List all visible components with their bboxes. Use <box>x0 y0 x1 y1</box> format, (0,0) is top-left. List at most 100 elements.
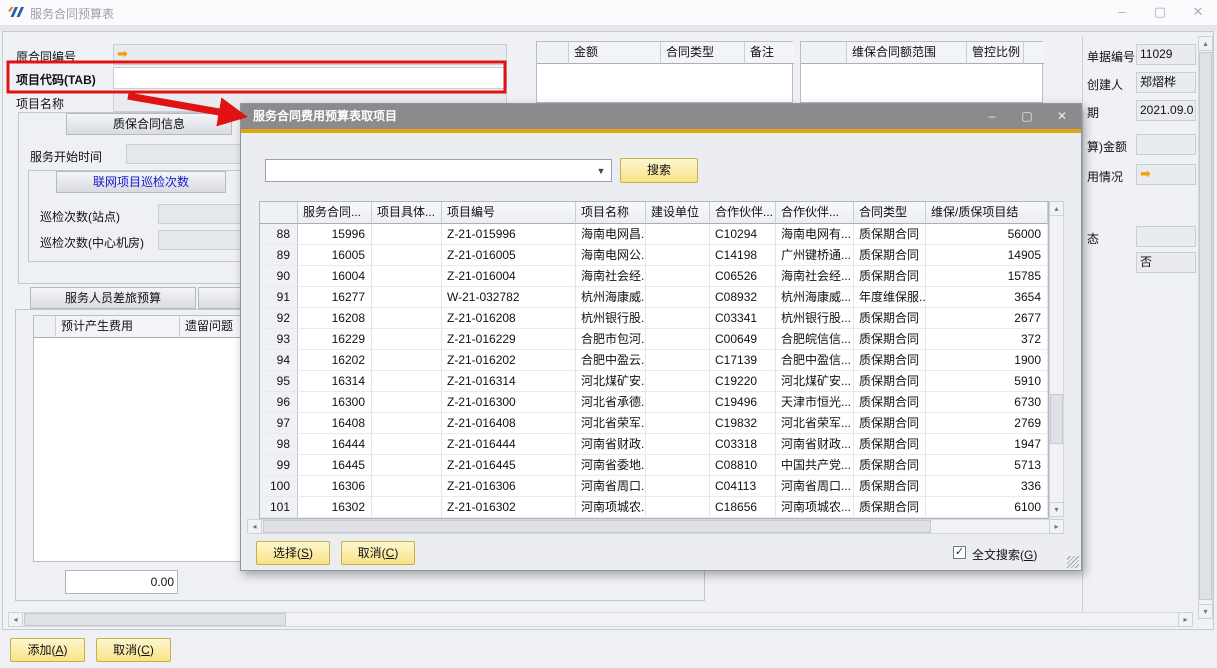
resize-grip[interactable] <box>1067 556 1079 568</box>
original-contract-label: 原合同编号 <box>16 48 76 65</box>
dialog-cancel-button[interactable]: 取消(C) <box>341 541 415 565</box>
dialog-column-header[interactable]: 合作伙伴... <box>776 202 854 224</box>
link-arrow-icon[interactable]: ➡ <box>1140 165 1192 183</box>
dialog-column-header[interactable]: 合同类型 <box>854 202 926 224</box>
column-header-remark[interactable]: 备注 <box>745 42 794 64</box>
table-row[interactable]: 9516314Z-21-016314河北煤矿安...C19220河北煤矿安...… <box>260 371 1048 392</box>
total-amount-field[interactable]: 0.00 <box>65 570 178 594</box>
table-row[interactable]: 9816444Z-21-016444河南省财政...C03318河南省财政...… <box>260 434 1048 455</box>
search-button[interactable]: 搜索 <box>620 158 698 183</box>
cell: 336 <box>926 476 1048 497</box>
close-icon[interactable]: ✕ <box>1184 3 1212 22</box>
dialog-maximize-icon[interactable]: ▢ <box>1013 108 1041 125</box>
minimize-icon[interactable]: – <box>1108 3 1136 22</box>
table-row[interactable]: 9016004Z-21-016004海南社会经...C06526海南社会经...… <box>260 266 1048 287</box>
dialog-column-header[interactable] <box>260 202 298 224</box>
dialog-column-header[interactable]: 维保/质保项目结 <box>926 202 1048 224</box>
table-row[interactable]: 10016306Z-21-016306河南省周口...C04113河南省周口..… <box>260 476 1048 497</box>
column-header-maintain-range[interactable]: 维保合同额范围 <box>847 42 967 64</box>
right-panel-label: 用情况 <box>1087 168 1123 185</box>
right-panel-field[interactable]: 2021.09.0 <box>1136 100 1196 121</box>
scroll-down-icon[interactable]: ▾ <box>1198 604 1213 619</box>
dialog-scroll-left-icon[interactable]: ◂ <box>247 519 262 534</box>
table-row[interactable]: 9316229Z-21-016229合肥市包河...C00649合肥皖信信...… <box>260 329 1048 350</box>
cell <box>372 392 442 413</box>
cell: Z-21-016005 <box>442 245 576 266</box>
cell: 广州键桥通... <box>776 245 854 266</box>
cell: C00649 <box>710 329 776 350</box>
cell <box>372 266 442 287</box>
project-search-combobox[interactable]: ▼ <box>265 159 612 182</box>
dialog-column-header[interactable]: 项目名称▲ <box>576 202 646 224</box>
dialog-column-header[interactable]: 合作伙伴... <box>710 202 776 224</box>
table-row[interactable]: 9416202Z-21-016202合肥中盈云...C17139合肥中盈信...… <box>260 350 1048 371</box>
table-row[interactable]: 9216208Z-21-016208杭州银行股...C03341杭州银行股...… <box>260 308 1048 329</box>
tab-travel-budget[interactable]: 服务人员差旅预算 <box>30 287 196 309</box>
table-row[interactable]: 10116302Z-21-016302河南项城农...C18656河南项城农..… <box>260 497 1048 518</box>
right-panel-field[interactable] <box>1136 226 1196 247</box>
horizontal-scrollbar-thumb[interactable] <box>24 613 286 626</box>
link-arrow-icon[interactable]: ➡ <box>117 46 128 61</box>
table-row[interactable]: 8815996Z-21-015996海南电网昌...C10294海南电网有...… <box>260 224 1048 245</box>
dialog-vertical-scrollbar-thumb[interactable] <box>1050 394 1063 444</box>
dialog-scroll-right-icon[interactable]: ▸ <box>1049 519 1064 534</box>
cell: 河南项城农... <box>776 497 854 518</box>
dialog-column-header[interactable]: 建设单位 <box>646 202 710 224</box>
cell: Z-21-016444 <box>442 434 576 455</box>
vertical-scrollbar-thumb[interactable] <box>1199 52 1212 600</box>
dialog-column-header[interactable]: 服务合同... <box>298 202 372 224</box>
tab-warranty-info[interactable]: 质保合同信息 <box>66 113 232 135</box>
cell: 88 <box>260 224 298 245</box>
right-panel-field[interactable]: 郑熠桦 <box>1136 72 1196 93</box>
dialog-close-icon[interactable]: ✕ <box>1048 108 1076 125</box>
scroll-up-icon[interactable]: ▴ <box>1198 36 1213 51</box>
dialog-scroll-down-icon[interactable]: ▾ <box>1049 502 1064 517</box>
table-row[interactable]: 9916445Z-21-016445河南省委地...C08810中国共产党...… <box>260 455 1048 476</box>
project-code-field[interactable] <box>113 67 507 89</box>
cell: 杭州银行股... <box>776 308 854 329</box>
original-contract-field[interactable]: ➡ <box>113 44 507 65</box>
cell: Z-21-015996 <box>442 224 576 245</box>
cell: C10294 <box>710 224 776 245</box>
column-header-contract-type[interactable]: 合同类型 <box>661 42 745 64</box>
table-row[interactable]: 8916005Z-21-016005海南电网公...C14198广州键桥通...… <box>260 245 1048 266</box>
cell: 中国共产党... <box>776 455 854 476</box>
scroll-right-icon[interactable]: ▸ <box>1178 612 1193 627</box>
cell: 2677 <box>926 308 1048 329</box>
table-row[interactable]: 9716408Z-21-016408河北省荣军...C19832河北省荣军...… <box>260 413 1048 434</box>
right-panel-field[interactable]: 否 <box>1136 252 1196 273</box>
select-button[interactable]: 选择(S) <box>256 541 330 565</box>
scroll-left-icon[interactable]: ◂ <box>8 612 23 627</box>
chevron-down-icon[interactable]: ▼ <box>593 163 609 179</box>
dialog-column-header[interactable]: 项目具体... <box>372 202 442 224</box>
cell: 质保期合同 <box>854 308 926 329</box>
tab-fragment[interactable] <box>198 287 242 309</box>
table-row[interactable]: 9116277W-21-032782杭州海康威...C08932杭州海康威...… <box>260 287 1048 308</box>
panel-divider <box>1082 36 1083 628</box>
fulltext-search-checkbox[interactable]: ✓ <box>953 546 966 559</box>
cell: 河北煤矿安... <box>776 371 854 392</box>
tab-network-inspection[interactable]: 联网项目巡检次数 <box>56 171 226 193</box>
window-titlebar: 服务合同预算表 – ▢ ✕ <box>0 0 1217 26</box>
dialog-scroll-up-icon[interactable]: ▴ <box>1049 201 1064 216</box>
maximize-icon[interactable]: ▢ <box>1146 3 1174 22</box>
cell: 16302 <box>298 497 372 518</box>
table-row[interactable]: 9616300Z-21-016300河北省承德...C19496天津市恒光...… <box>260 392 1048 413</box>
dialog-minimize-icon[interactable]: – <box>978 108 1006 125</box>
cell: 5713 <box>926 455 1048 476</box>
cell <box>372 455 442 476</box>
dialog-column-header[interactable]: 项目编号 <box>442 202 576 224</box>
cell: 杭州海康威... <box>776 287 854 308</box>
right-panel-field[interactable] <box>1136 134 1196 155</box>
cell: 97 <box>260 413 298 434</box>
column-header-expected-cost[interactable]: 预计产生费用 <box>56 316 180 338</box>
column-header-control-ratio[interactable]: 管控比例 <box>967 42 1024 64</box>
table-body: 8815996Z-21-015996海南电网昌...C10294海南电网有...… <box>260 224 1048 518</box>
column-header-amount[interactable]: 金额 <box>569 42 661 64</box>
dialog-horizontal-scrollbar-thumb[interactable] <box>263 520 931 533</box>
dialog-vertical-scrollbar[interactable] <box>1049 201 1064 517</box>
right-panel-field[interactable]: ➡ <box>1136 164 1196 185</box>
cancel-button[interactable]: 取消(C) <box>96 638 171 662</box>
right-panel-field[interactable]: 11029 <box>1136 44 1196 65</box>
add-button[interactable]: 添加(A) <box>10 638 85 662</box>
